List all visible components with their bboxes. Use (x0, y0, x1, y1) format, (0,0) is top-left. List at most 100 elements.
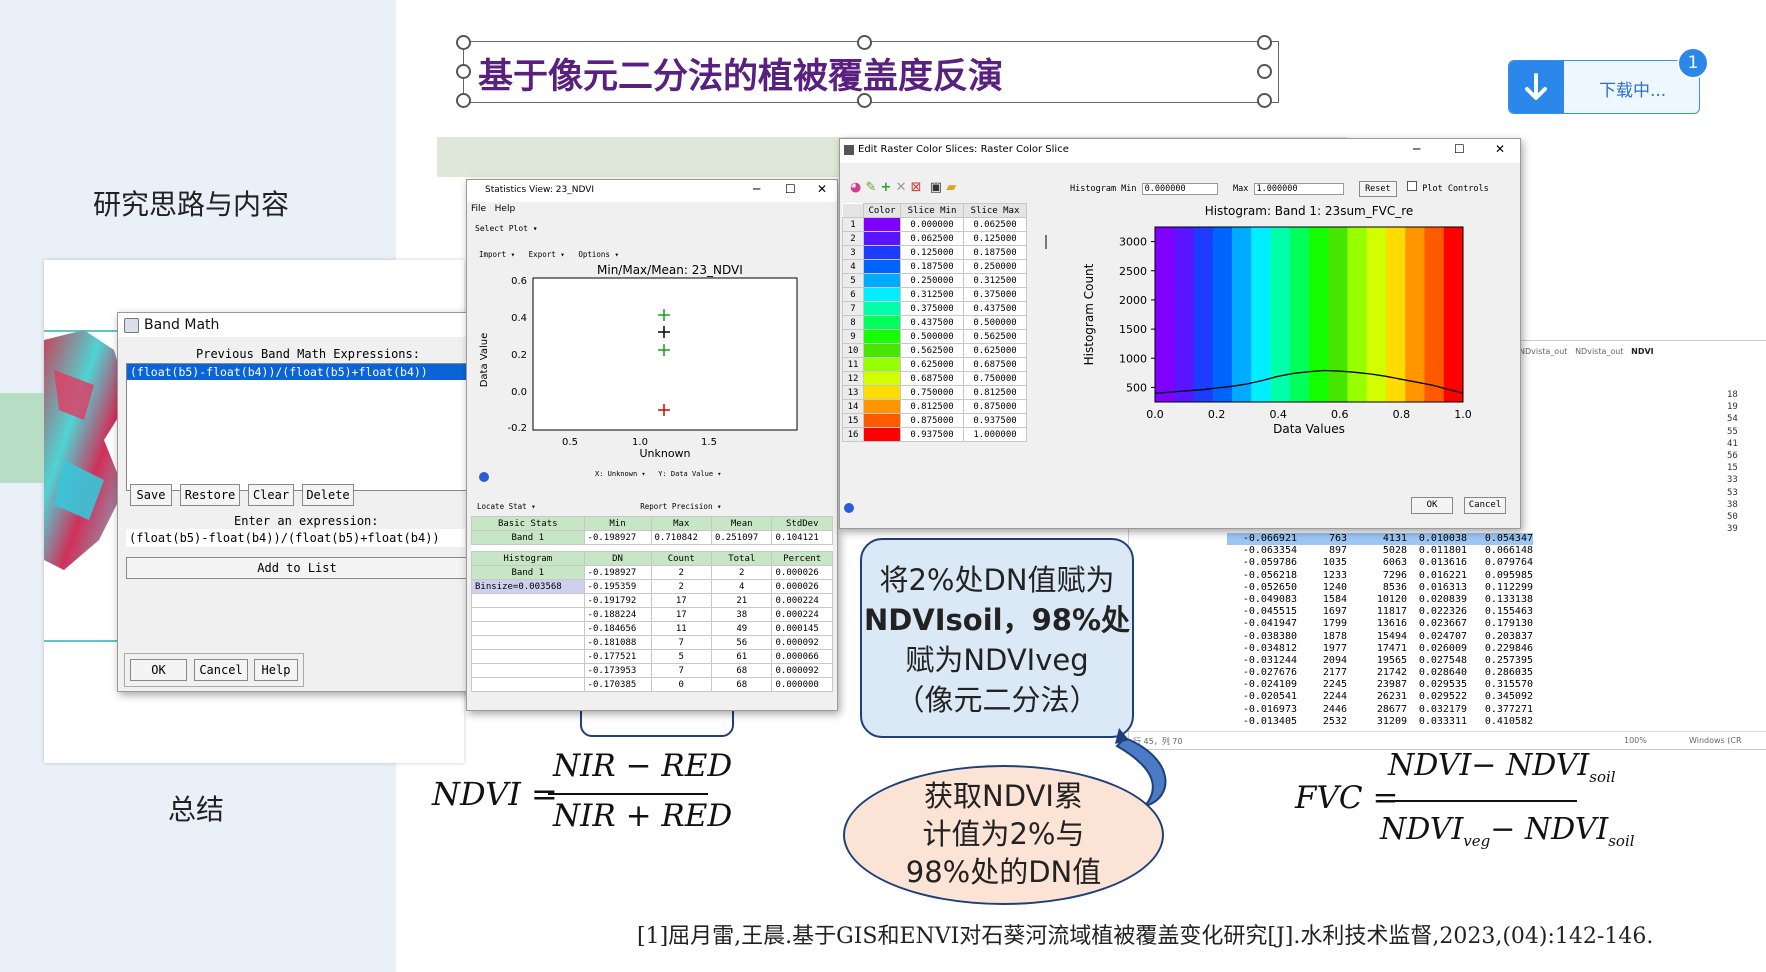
ok-button[interactable]: OK (130, 659, 187, 681)
resize-handle[interactable] (1257, 64, 1272, 79)
slice-color-swatch[interactable] (863, 245, 901, 260)
slice-min[interactable]: 0.062500 (900, 231, 964, 246)
slice-color-swatch[interactable] (863, 399, 901, 414)
slice-color-swatch[interactable] (863, 273, 901, 288)
minimize-icon[interactable]: ─ (753, 182, 760, 196)
menu-file[interactable]: File (471, 204, 486, 214)
table-row[interactable]: 8 0.437500 0.500000 (842, 315, 1027, 330)
brush-icon[interactable]: ✎ (865, 180, 876, 195)
slice-min[interactable]: 0.875000 (900, 413, 964, 428)
table-row[interactable]: -0.016973 2446 28677 0.032179 0.377271 (1227, 704, 1533, 716)
help-icon[interactable] (479, 472, 489, 482)
previous-expr-item[interactable]: (float(b5)-float(b4))/(float(b5)+float(b… (127, 364, 467, 380)
slice-color-swatch[interactable] (863, 259, 901, 274)
table-row[interactable]: 9 0.500000 0.562500 (842, 329, 1027, 344)
table-row[interactable]: -0.063354 897 5028 0.011801 0.066148 (1227, 545, 1533, 557)
slice-max[interactable]: 0.812500 (963, 385, 1027, 400)
clear-icon[interactable]: ⊠ (911, 180, 922, 195)
report-precision-menu[interactable]: Report Precision ▾ (640, 502, 721, 511)
table-row[interactable]: 5 0.250000 0.312500 (842, 273, 1027, 288)
menu-help[interactable]: Help (495, 204, 516, 214)
slice-min[interactable]: 0.125000 (900, 245, 964, 260)
slice-color-swatch[interactable] (863, 301, 901, 316)
table-row[interactable]: -0.049083 1584 10120 0.020839 0.133138 (1227, 594, 1533, 606)
slice-min[interactable]: 0.750000 (900, 385, 964, 400)
slice-max[interactable]: 0.375000 (963, 287, 1027, 302)
table-row[interactable]: -0.045515 1697 11817 0.022326 0.155463 (1227, 606, 1533, 618)
slice-min[interactable]: 0.187500 (900, 259, 964, 274)
table-row[interactable]: -0.066921 763 4131 0.010038 0.054347 (1227, 533, 1533, 546)
select-plot-menu[interactable]: Select Plot ▾ (475, 224, 538, 233)
sidebar-item-summary[interactable]: 总结 (168, 788, 224, 828)
table-row[interactable]: -0.041947 1799 13616 0.023667 0.179130 (1227, 618, 1533, 630)
slice-ok-button[interactable]: OK (1411, 497, 1453, 514)
slice-color-swatch[interactable] (863, 329, 901, 344)
download-button[interactable]: 下载中... (1508, 60, 1700, 114)
clear-button[interactable]: Clear (248, 484, 294, 506)
slice-min[interactable]: 0.937500 (900, 427, 964, 442)
slice-max[interactable]: 0.187500 (963, 245, 1027, 260)
palette-icon[interactable]: ◕ (850, 180, 861, 195)
reset-button[interactable]: Reset (1358, 181, 1397, 197)
close-icon[interactable]: ✕ (817, 182, 827, 196)
table-row[interactable]: -0.020541 2244 26231 0.029522 0.345092 (1227, 691, 1533, 703)
slice-min[interactable]: 0.812500 (900, 399, 964, 414)
delete-icon[interactable]: ✕ (896, 180, 907, 195)
slice-min[interactable]: 0.375000 (900, 301, 964, 316)
table-row[interactable]: 3 0.125000 0.187500 (842, 245, 1027, 260)
export-menu[interactable]: Export ▾ (529, 250, 565, 259)
add-icon[interactable]: + (881, 180, 892, 195)
table-row[interactable]: 4 0.187500 0.250000 (842, 259, 1027, 274)
slice-color-swatch[interactable] (863, 371, 901, 386)
slice-min[interactable]: 0.687500 (900, 371, 964, 386)
tab-ndvista-out-1[interactable]: NDvista_out (1519, 347, 1567, 356)
help-icon[interactable] (844, 503, 854, 513)
slice-color-swatch[interactable] (863, 315, 901, 330)
slice-min[interactable]: 0.250000 (900, 273, 964, 288)
slice-color-swatch[interactable] (863, 357, 901, 372)
table-row[interactable]: -0.031244 2094 19565 0.027548 0.257395 (1227, 655, 1533, 667)
previous-expr-list[interactable]: (float(b5)-float(b4))/(float(b5)+float(b… (126, 363, 468, 491)
slice-max[interactable]: 0.312500 (963, 273, 1027, 288)
table-row[interactable]: 7 0.375000 0.437500 (842, 301, 1027, 316)
expression-input[interactable]: (float(b5)-float(b4))/(float(b5)+float(b… (126, 529, 465, 547)
open-folder-icon[interactable]: ▰ (946, 180, 956, 195)
table-row[interactable]: 15 0.875000 0.937500 (842, 413, 1027, 428)
slice-max[interactable]: 0.875000 (963, 399, 1027, 414)
slice-color-swatch[interactable] (863, 343, 901, 358)
resize-handle[interactable] (1257, 93, 1272, 108)
slice-max[interactable]: 0.937500 (963, 413, 1027, 428)
maximize-icon[interactable]: ☐ (1454, 142, 1465, 156)
slice-max[interactable]: 0.750000 (963, 371, 1027, 386)
cancel-button[interactable]: Cancel (194, 659, 248, 681)
slice-color-swatch[interactable] (863, 231, 901, 246)
table-row[interactable]: -0.059786 1035 6063 0.013616 0.079764 (1227, 557, 1533, 569)
table-row[interactable]: 2 0.062500 0.125000 (842, 231, 1027, 246)
slice-min[interactable]: 0.625000 (900, 357, 964, 372)
slice-min[interactable]: 0.312500 (900, 287, 964, 302)
hist-min-input[interactable]: 0.000000 (1141, 183, 1218, 195)
locate-stat-menu[interactable]: Locate Stat ▾ (477, 502, 536, 511)
slice-cancel-button[interactable]: Cancel (1464, 497, 1506, 514)
slice-color-swatch[interactable] (863, 427, 901, 442)
table-row[interactable]: 10 0.562500 0.625000 (842, 343, 1027, 358)
resize-handle[interactable] (456, 64, 471, 79)
y-axis-select[interactable]: Data Value (671, 470, 713, 478)
maximize-icon[interactable]: ☐ (785, 182, 796, 196)
table-row[interactable]: 11 0.625000 0.687500 (842, 357, 1027, 372)
table-row[interactable]: -0.052650 1240 8536 0.016313 0.112299 (1227, 582, 1533, 594)
table-row[interactable]: -0.024109 2245 23987 0.029535 0.315570 (1227, 679, 1533, 691)
slice-color-swatch[interactable] (863, 287, 901, 302)
hist-max-input[interactable]: 1.000000 (1253, 183, 1344, 195)
resize-handle[interactable] (456, 35, 471, 50)
slice-max[interactable]: 0.625000 (963, 343, 1027, 358)
resize-handle[interactable] (1257, 35, 1272, 50)
save-button[interactable]: Save (130, 484, 172, 506)
help-button[interactable]: Help (254, 659, 298, 681)
slice-max[interactable]: 0.250000 (963, 259, 1027, 274)
table-row[interactable]: 14 0.812500 0.875000 (842, 399, 1027, 414)
slice-color-swatch[interactable] (863, 217, 901, 232)
slice-max[interactable]: 1.000000 (963, 427, 1027, 442)
slice-min[interactable]: 0.562500 (900, 343, 964, 358)
table-row[interactable]: -0.056218 1233 7296 0.016221 0.095985 (1227, 570, 1533, 582)
